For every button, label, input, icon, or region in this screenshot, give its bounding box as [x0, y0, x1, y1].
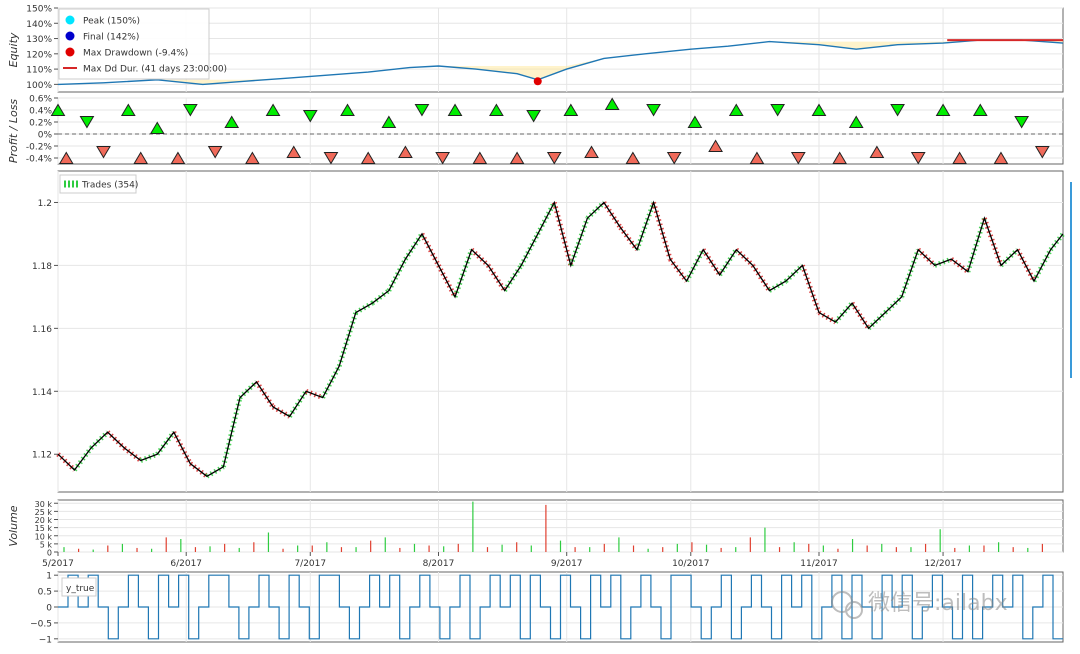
y-tick-label: 0.5	[38, 588, 52, 598]
legend-label: Peak (150%)	[83, 17, 140, 27]
y-tick-label: 110%	[26, 66, 52, 76]
legend-marker	[65, 31, 75, 41]
y-tick-label: 1	[46, 572, 52, 582]
panel-frame-2	[57, 170, 1064, 493]
y-axis-title: Volume	[7, 505, 20, 546]
x-tick-label: 6/2017	[170, 559, 202, 569]
y-tick-label: 130%	[26, 35, 52, 45]
backtest-chart: 150% 140% 130% 120% 110% 100% Equity Peak (150%…	[0, 0, 1080, 650]
legend-label: Max Dd Dur. (41 days 23:00:00)	[83, 65, 227, 75]
y-tick-label: 0.4%	[29, 107, 52, 117]
max-drawdown-marker	[533, 77, 542, 86]
y-tick-label: −1	[39, 635, 52, 645]
y-tick-label: 1.14	[32, 388, 52, 398]
y-tick-label: 120%	[26, 50, 52, 60]
x-tick-label: 7/2017	[294, 559, 326, 569]
y-tick-label: 0.6%	[29, 95, 52, 105]
x-tick-label: 11/2017	[800, 559, 837, 569]
x-tick-label: 5/2017	[42, 559, 74, 569]
y-tick-label: 1.12	[32, 451, 52, 461]
y-axis-title: Equity	[7, 32, 20, 67]
y-tick-label: 140%	[26, 20, 52, 30]
x-tick-label: 8/2017	[423, 559, 455, 569]
x-tick-label: 9/2017	[551, 559, 583, 569]
x-tick-label: 10/2017	[672, 559, 709, 569]
y-tick-label: 0%	[38, 131, 53, 141]
legend-marker	[65, 15, 75, 25]
y-tick-label: 1.2	[38, 199, 52, 209]
watermark-text: 微信号:ailabx	[868, 591, 1008, 616]
equity-legend: Peak (150%) Final (142%) Max Drawdown (-9.…	[58, 8, 227, 80]
backtest-chart-svg: 150%140%130%120%110%100%EquityPeak (150%…	[7, 5, 1072, 645]
y-tick-label: -0.2%	[26, 143, 53, 153]
y-tick-label: 150%	[26, 5, 52, 15]
legend-label: Final (142%)	[83, 33, 139, 43]
y-tick-label: 0	[46, 604, 52, 614]
y-tick-label: 0	[47, 549, 52, 558]
trades-legend-label: Trades (354)	[81, 181, 138, 191]
legend-label: Max Drawdown (-9.4%)	[83, 49, 188, 59]
y-tick-label: 0.2%	[29, 119, 52, 129]
y-true-legend-label: y_true	[66, 584, 95, 594]
y-axis-title: Profit / Loss	[7, 99, 20, 164]
y-tick-label: 1.18	[32, 262, 52, 272]
y-tick-label: −0.5	[30, 619, 52, 629]
legend-marker	[65, 47, 75, 57]
y-tick-label: 100%	[26, 81, 52, 91]
x-tick-label: 12/2017	[924, 559, 961, 569]
y-tick-label: -0.4%	[26, 155, 53, 165]
y-tick-label: 1.16	[32, 325, 52, 335]
